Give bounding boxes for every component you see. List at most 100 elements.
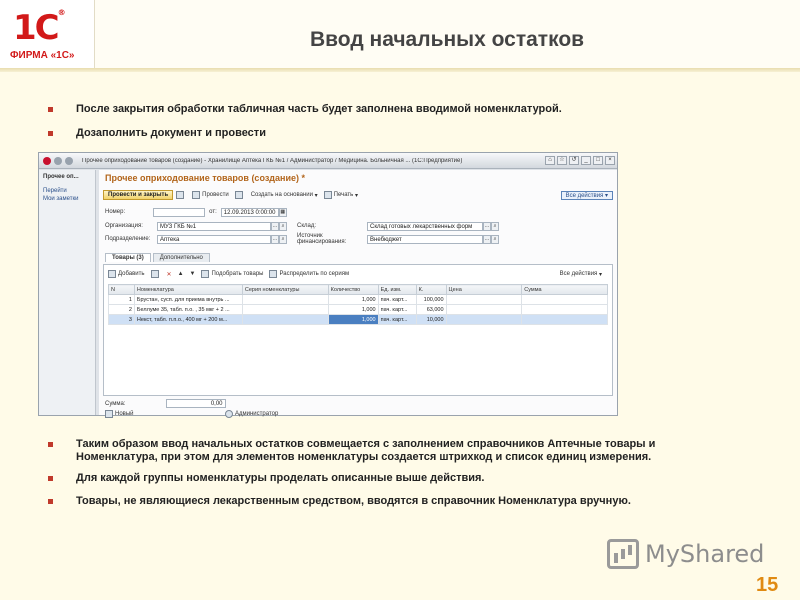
column-header-series[interactable]: Серия номенклатуры	[241, 284, 329, 295]
organization-field[interactable]: МУЗ ГКБ №1	[157, 221, 271, 231]
distribute-series-button[interactable]: Распределить по сериям	[269, 270, 349, 278]
register-icon	[234, 191, 243, 199]
funding-label: Источник финансирования:	[297, 233, 347, 245]
series-cell[interactable]	[241, 304, 329, 315]
post-button[interactable]: Провести	[192, 191, 229, 199]
warehouse-field[interactable]: Склад готовых лекарственных форм	[367, 221, 483, 231]
row-number: 3	[108, 314, 135, 325]
minimize-icon[interactable]: _	[581, 156, 591, 165]
open-warehouse-icon[interactable]: ⌕	[491, 221, 499, 231]
document-movements-button[interactable]	[234, 191, 245, 199]
quantity-cell[interactable]: 1,000	[327, 304, 379, 315]
nomenclature-cell[interactable]: Некст, табл. п.п.о., 400 мг + 200 м...	[133, 314, 243, 325]
table-row[interactable]: 1 Брустан, сусп. для приема внутрь ... 1…	[108, 294, 608, 305]
favorite-icon[interactable]: ☆	[557, 156, 567, 165]
table-row[interactable]: 2 Беллуме 35, табл. п.о. , 35 мкг + 2 ..…	[108, 304, 608, 315]
link-icon[interactable]: ⌂	[545, 156, 555, 165]
department-row: Подразделение: Аптека ... ⌕	[105, 234, 287, 244]
sum-cell[interactable]	[521, 304, 608, 315]
department-field[interactable]: Аптека	[157, 234, 271, 244]
move-down-button[interactable]: ▼	[190, 271, 196, 277]
funding-row: Источник финансирования: Внебюджет ... ⌕	[297, 233, 499, 245]
menu-icon[interactable]	[65, 156, 73, 165]
add-row-button[interactable]: Добавить	[108, 270, 145, 278]
all-actions-button[interactable]: Все действия ▾	[560, 190, 613, 200]
maximize-icon[interactable]: □	[593, 156, 603, 165]
quantity-cell[interactable]: 1,000	[327, 294, 379, 305]
bullet-item: Дозаполнить документ и провести	[48, 127, 636, 140]
table-row-selected[interactable]: 3 Некст, табл. п.п.о., 400 мг + 200 м...…	[108, 314, 608, 325]
price-cell[interactable]	[445, 314, 523, 325]
goods-table: N Номенклатура Серия номенклатуры Количе…	[108, 284, 608, 325]
print-button[interactable]: Печать ▾	[323, 191, 358, 199]
date-field[interactable]: 12.09.2013 0:00:00	[220, 207, 279, 217]
calendar-icon[interactable]: ▦	[278, 207, 287, 217]
price-cell[interactable]	[445, 304, 523, 315]
copy-row-button[interactable]	[150, 270, 161, 278]
post-icon	[192, 191, 201, 199]
close-icon[interactable]: ×	[605, 156, 615, 165]
sum-cell[interactable]	[521, 294, 608, 305]
save-icon	[176, 191, 185, 199]
nav-link-goto[interactable]: Перейти	[43, 188, 91, 194]
number-field[interactable]	[153, 207, 206, 217]
form-toolbar: Провести и закрыть Провести Создать на о…	[103, 188, 613, 202]
column-header-nomenclature[interactable]: Номенклатура	[133, 284, 243, 295]
table-header-row: N Номенклатура Серия номенклатуры Количе…	[108, 284, 608, 295]
k-cell[interactable]: 63,000	[415, 304, 447, 315]
series-cell[interactable]	[241, 314, 329, 325]
row-number: 1	[108, 294, 135, 305]
open-funding-icon[interactable]: ⌕	[491, 234, 499, 244]
tab-goods[interactable]: Товары (3)	[105, 253, 151, 262]
bullet-item: Таким образом ввод начальных остатков со…	[48, 438, 736, 464]
table-all-actions-button[interactable]: Все действия ▾	[560, 271, 602, 278]
open-organization-icon[interactable]: ⌕	[279, 221, 287, 231]
back-icon[interactable]	[54, 156, 62, 165]
select-department-button[interactable]: ...	[271, 234, 279, 244]
chart-icon	[607, 539, 639, 569]
total-sum-row: Сумма: 0,00	[105, 399, 226, 408]
quantity-cell-editing[interactable]: 1,000	[327, 314, 379, 325]
k-cell[interactable]: 10,000	[415, 314, 447, 325]
column-header-sum[interactable]: Сумма	[521, 284, 608, 295]
nomenclature-cell[interactable]: Беллуме 35, табл. п.о. , 35 мкг + 2 ...	[133, 304, 243, 315]
history-icon[interactable]: ↺	[569, 156, 579, 165]
price-cell[interactable]	[445, 294, 523, 305]
add-icon	[108, 270, 116, 278]
move-up-button[interactable]: ▲	[178, 271, 184, 277]
logo-mark: 1С®	[13, 8, 66, 48]
delete-row-button[interactable]: ✕	[167, 271, 172, 278]
status-new: Новый	[105, 410, 134, 418]
nav-link-notes[interactable]: Мои заметки	[43, 196, 91, 202]
user-icon	[225, 410, 233, 418]
k-cell[interactable]: 100,000	[415, 294, 447, 305]
total-sum-field: 0,00	[165, 399, 226, 408]
unit-cell[interactable]: пач. карт...	[377, 314, 417, 325]
funding-field[interactable]: Внебюджет	[367, 234, 483, 244]
column-header-n[interactable]: N	[108, 284, 135, 295]
column-header-unit[interactable]: Ед. изм.	[377, 284, 417, 295]
goods-tab-panel: Добавить ✕ ▲ ▼ Подобрать товары Распреде…	[103, 264, 613, 396]
select-goods-button[interactable]: Подобрать товары	[201, 270, 263, 278]
header-divider	[0, 68, 800, 72]
post-and-close-button[interactable]: Провести и закрыть	[103, 190, 174, 200]
create-based-on-button[interactable]: Создать на основании ▾	[251, 192, 318, 199]
bullet-marker	[48, 107, 53, 112]
save-button[interactable]	[176, 191, 186, 199]
select-organization-button[interactable]: ...	[271, 221, 279, 231]
tab-additional[interactable]: Дополнительно	[152, 253, 210, 262]
logo: 1С® ФИРМА «1С»	[0, 0, 95, 68]
slide-title: Ввод начальных остатков	[310, 28, 585, 51]
select-funding-button[interactable]: ...	[483, 234, 491, 244]
series-cell[interactable]	[241, 294, 329, 305]
nomenclature-cell[interactable]: Брустан, сусп. для приема внутрь ...	[133, 294, 243, 305]
unit-cell[interactable]: пач. карт...	[377, 304, 417, 315]
column-header-quantity[interactable]: Количество	[327, 284, 379, 295]
sum-cell[interactable]	[521, 314, 608, 325]
select-warehouse-button[interactable]: ...	[483, 221, 491, 231]
unit-cell[interactable]: пач. карт...	[377, 294, 417, 305]
window-title: Прочее оприходование товаров (создание) …	[82, 157, 462, 164]
column-header-k[interactable]: К.	[415, 284, 447, 295]
column-header-price[interactable]: Цена	[445, 284, 523, 295]
open-department-icon[interactable]: ⌕	[279, 234, 287, 244]
